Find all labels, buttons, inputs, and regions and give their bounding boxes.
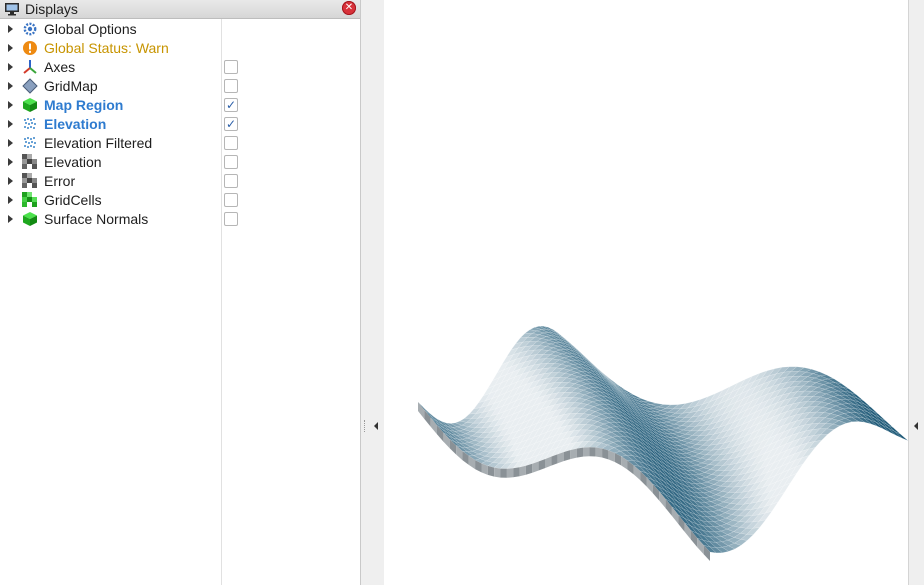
expand-arrow-icon[interactable] bbox=[8, 215, 13, 223]
display-item-elevation[interactable]: Elevation ✓ bbox=[0, 114, 360, 133]
display-item-label: Map Region bbox=[44, 97, 123, 113]
expand-arrow-icon[interactable] bbox=[8, 101, 13, 109]
enable-checkbox[interactable] bbox=[224, 193, 238, 207]
enable-checkbox[interactable] bbox=[224, 174, 238, 188]
render-viewport[interactable] bbox=[384, 0, 908, 585]
expand-arrow-icon[interactable] bbox=[8, 158, 13, 166]
expand-arrow-icon[interactable] bbox=[8, 25, 13, 33]
green-cube-icon bbox=[22, 211, 38, 227]
display-item-global-options[interactable]: Global Options bbox=[0, 19, 360, 38]
surface-mesh bbox=[418, 326, 908, 561]
display-item-elevation[interactable]: Elevation bbox=[0, 152, 360, 171]
displays-panel: Displays ✕ Global Options Global Status: … bbox=[0, 0, 361, 585]
panel-splitter[interactable] bbox=[361, 0, 384, 585]
enable-checkbox[interactable] bbox=[224, 155, 238, 169]
display-item-gridcells[interactable]: GridCells bbox=[0, 190, 360, 209]
display-item-global-status-warn[interactable]: Global Status: Warn bbox=[0, 38, 360, 57]
enable-checkbox[interactable]: ✓ bbox=[224, 98, 238, 112]
grid-cells-green-icon bbox=[22, 192, 38, 208]
enable-checkbox[interactable] bbox=[224, 136, 238, 150]
expand-arrow-icon[interactable] bbox=[8, 139, 13, 147]
display-item-gridmap[interactable]: GridMap bbox=[0, 76, 360, 95]
pointcloud-icon bbox=[22, 116, 38, 132]
displays-title: Displays bbox=[25, 1, 78, 17]
enable-checkbox[interactable]: ✓ bbox=[224, 117, 238, 131]
display-item-elevation-filtered[interactable]: Elevation Filtered bbox=[0, 133, 360, 152]
right-dock-strip[interactable] bbox=[908, 0, 924, 585]
enable-checkbox[interactable] bbox=[224, 212, 238, 226]
display-item-error[interactable]: Error bbox=[0, 171, 360, 190]
display-item-label: Axes bbox=[44, 59, 75, 75]
display-item-label: Elevation bbox=[44, 154, 102, 170]
display-tree: Global Options Global Status: Warn Axes Gri… bbox=[0, 19, 360, 228]
expand-arrow-icon[interactable] bbox=[8, 63, 13, 71]
display-item-label: Global Options bbox=[44, 21, 137, 37]
gridmap-icon bbox=[22, 78, 38, 94]
grid-cells-gray-icon bbox=[22, 173, 38, 189]
display-item-axes[interactable]: Axes bbox=[0, 57, 360, 76]
gear-icon bbox=[22, 21, 38, 37]
elevation-surface-render bbox=[384, 0, 908, 585]
display-item-label: Surface Normals bbox=[44, 211, 148, 227]
collapse-left-arrow-icon[interactable] bbox=[374, 422, 378, 430]
display-item-label: Error bbox=[44, 173, 75, 189]
display-item-label: Global Status: Warn bbox=[44, 40, 169, 56]
expand-arrow-icon[interactable] bbox=[8, 177, 13, 185]
expand-arrow-icon[interactable] bbox=[8, 82, 13, 90]
axes-icon bbox=[22, 59, 38, 75]
display-item-label: GridCells bbox=[44, 192, 102, 208]
display-item-map-region[interactable]: Map Region ✓ bbox=[0, 95, 360, 114]
display-item-surface-normals[interactable]: Surface Normals bbox=[0, 209, 360, 228]
enable-checkbox[interactable] bbox=[224, 79, 238, 93]
enable-checkbox[interactable] bbox=[224, 60, 238, 74]
expand-arrow-icon[interactable] bbox=[8, 196, 13, 204]
collapse-right-arrow-icon[interactable] bbox=[914, 422, 918, 430]
green-cube-icon bbox=[22, 97, 38, 113]
display-item-label: GridMap bbox=[44, 78, 98, 94]
close-panel-button[interactable]: ✕ bbox=[342, 1, 356, 15]
display-item-label: Elevation Filtered bbox=[44, 135, 152, 151]
splitter-grip[interactable] bbox=[364, 420, 367, 432]
expand-arrow-icon[interactable] bbox=[8, 44, 13, 52]
pointcloud-icon bbox=[22, 135, 38, 151]
warning-icon bbox=[22, 40, 38, 56]
display-item-label: Elevation bbox=[44, 116, 106, 132]
rviz-window: Displays ✕ Global Options Global Status: … bbox=[0, 0, 924, 585]
displays-titlebar: Displays ✕ bbox=[0, 0, 360, 19]
expand-arrow-icon[interactable] bbox=[8, 120, 13, 128]
monitor-icon bbox=[4, 2, 20, 16]
grid-cells-gray-icon bbox=[22, 154, 38, 170]
